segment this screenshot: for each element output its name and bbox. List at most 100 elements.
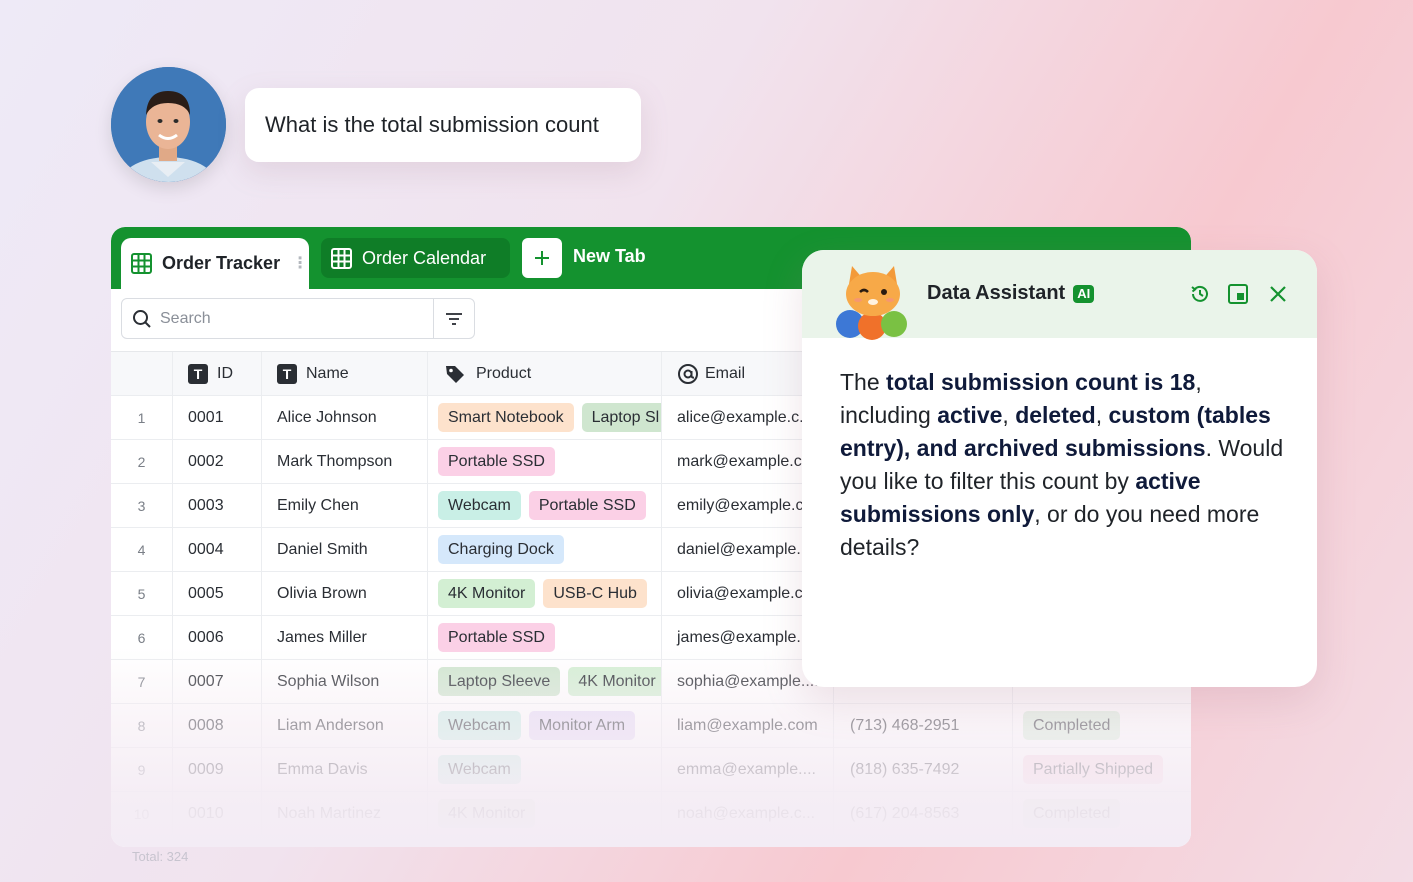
id-cell[interactable]: 0003	[173, 484, 262, 527]
name-cell[interactable]: Sophia Wilson	[262, 660, 428, 703]
row-number[interactable]: 4	[111, 528, 173, 571]
row-number[interactable]: 8	[111, 704, 173, 747]
tab-label: Order Calendar	[362, 247, 487, 268]
row-number[interactable]: 1	[111, 396, 173, 439]
message-segment: The	[840, 369, 887, 395]
id-cell[interactable]: 0010	[173, 792, 262, 835]
product-cell[interactable]: Webcam Monitor Arm	[428, 704, 662, 747]
email-cell[interactable]: emma@example....	[662, 748, 834, 791]
id-cell[interactable]: 0001	[173, 396, 262, 439]
column-header-label: Product	[476, 364, 532, 382]
search-input[interactable]: Search	[160, 310, 211, 328]
assistant-message: The total submission count is 18, includ…	[840, 366, 1290, 564]
table-row[interactable]: 8 0008 Liam Anderson Webcam Monitor Arm liam@…	[111, 704, 1191, 748]
id-cell[interactable]: 0006	[173, 616, 262, 659]
new-tab-label[interactable]: New Tab	[573, 246, 646, 267]
phone-cell[interactable]: (818) 635-7492	[834, 748, 1013, 791]
id-cell[interactable]: 0009	[173, 748, 262, 791]
phone-cell[interactable]: (713) 468-2951	[834, 704, 1013, 747]
column-header-name[interactable]: T Name	[262, 352, 428, 395]
row-number[interactable]: 9	[111, 748, 173, 791]
row-number-header	[111, 352, 173, 395]
email-cell[interactable]: noah@example.c...	[662, 792, 834, 835]
history-icon	[1191, 285, 1208, 302]
user-message-bubble: What is the total submission count	[245, 88, 641, 162]
status-cell[interactable]: Partially Shipped	[1013, 748, 1191, 791]
product-tag: Monitor Arm	[528, 711, 636, 740]
name-cell[interactable]: Daniel Smith	[262, 528, 428, 571]
product-cell[interactable]: Charging Dock	[428, 528, 662, 571]
row-number[interactable]: 5	[111, 572, 173, 615]
plus-icon	[535, 251, 549, 265]
id-cell[interactable]: 0004	[173, 528, 262, 571]
text-field-icon: T	[277, 363, 297, 384]
row-number[interactable]: 6	[111, 616, 173, 659]
product-tag: Portable SSD	[438, 447, 555, 476]
name-cell[interactable]: Mark Thompson	[262, 440, 428, 483]
text-field-icon: T	[188, 363, 208, 384]
more-vertical-icon[interactable]: ⋮	[292, 255, 308, 272]
column-header-product[interactable]: Product	[428, 352, 662, 395]
name-cell[interactable]: Olivia Brown	[262, 572, 428, 615]
product-tag: Webcam	[438, 491, 521, 520]
tab-order-tracker[interactable]: Order Tracker ⋮	[121, 238, 309, 289]
search-icon	[133, 309, 151, 328]
close-icon	[1270, 286, 1286, 302]
product-cell[interactable]: Smart Notebook Laptop Sl	[428, 396, 662, 439]
id-cell[interactable]: 0007	[173, 660, 262, 703]
product-cell[interactable]: Portable SSD	[428, 616, 662, 659]
assistant-header: Data Assistant AI	[802, 250, 1317, 340]
product-cell[interactable]: Laptop Sleeve 4K Monitor	[428, 660, 662, 703]
search-box[interactable]: Search	[121, 298, 475, 339]
id-cell[interactable]: 0005	[173, 572, 262, 615]
product-tag: 4K Monitor	[438, 799, 536, 828]
name-cell[interactable]: Emily Chen	[262, 484, 428, 527]
column-header-id[interactable]: T ID	[173, 352, 262, 395]
ai-badge: AI	[1073, 284, 1095, 303]
person-photo-icon	[111, 67, 226, 182]
status-cell[interactable]: Completed	[1013, 704, 1191, 747]
add-tab-button[interactable]	[522, 238, 562, 278]
product-cell[interactable]: Portable SSD	[428, 440, 662, 483]
product-cell[interactable]: Webcam Portable SSD	[428, 484, 662, 527]
user-message-text: What is the total submission count	[265, 112, 599, 137]
id-cell[interactable]: 0002	[173, 440, 262, 483]
close-button[interactable]	[1266, 282, 1290, 306]
status-badge: Partially Shipped	[1023, 755, 1164, 784]
record-total: Total: 324	[132, 849, 189, 864]
history-button[interactable]	[1188, 282, 1212, 306]
product-cell[interactable]: 4K Monitor	[428, 792, 662, 835]
status-badge: Completed	[1023, 799, 1121, 828]
product-tag: Portable SSD	[438, 623, 555, 652]
product-tag: 4K Monitor	[438, 579, 536, 608]
name-cell[interactable]: James Miller	[262, 616, 428, 659]
filter-icon	[446, 312, 462, 325]
email-cell[interactable]: liam@example.com	[662, 704, 834, 747]
name-cell[interactable]: Noah Martinez	[262, 792, 428, 835]
filter-button[interactable]	[433, 299, 474, 338]
pip-button[interactable]	[1226, 282, 1250, 306]
table-row[interactable]: 9 0009 Emma Davis Webcam emma@example.... (81…	[111, 748, 1191, 792]
product-tag: Laptop Sl	[581, 403, 661, 432]
cat-mascot-icon	[836, 266, 907, 340]
tab-order-calendar[interactable]: Order Calendar	[321, 238, 510, 278]
row-number[interactable]: 10	[111, 792, 173, 835]
name-cell[interactable]: Alice Johnson	[262, 396, 428, 439]
status-cell[interactable]: Completed	[1013, 792, 1191, 835]
column-header-label: ID	[217, 364, 233, 382]
user-avatar	[111, 67, 226, 182]
tab-label: Order Tracker	[162, 253, 281, 273]
product-cell[interactable]: Webcam	[428, 748, 662, 791]
row-number[interactable]: 7	[111, 660, 173, 703]
status-badge: Completed	[1023, 711, 1121, 740]
table-row[interactable]: 10 0010 Noah Martinez 4K Monitor noah@exampl…	[111, 792, 1191, 836]
product-tag: USB-C Hub	[543, 579, 647, 608]
product-cell[interactable]: 4K Monitor USB-C Hub	[428, 572, 662, 615]
name-cell[interactable]: Liam Anderson	[262, 704, 428, 747]
name-cell[interactable]: Emma Davis	[262, 748, 428, 791]
row-number[interactable]: 2	[111, 440, 173, 483]
product-tag: Webcam	[438, 755, 521, 784]
phone-cell[interactable]: (617) 204-8563	[834, 792, 1013, 835]
row-number[interactable]: 3	[111, 484, 173, 527]
id-cell[interactable]: 0008	[173, 704, 262, 747]
